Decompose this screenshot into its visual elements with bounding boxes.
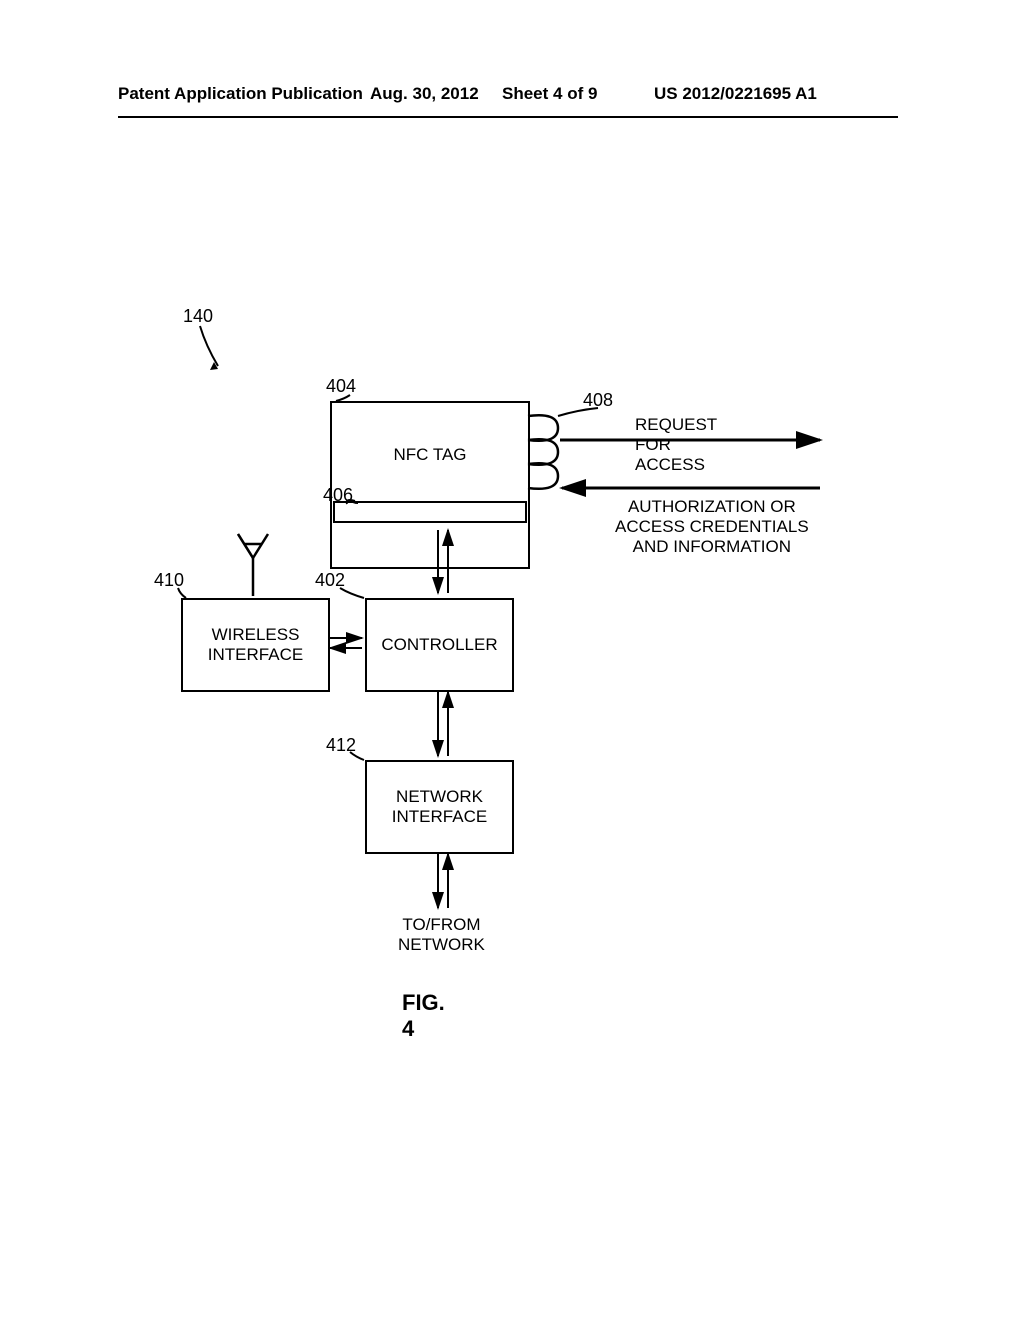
ref-140: 140 xyxy=(183,306,213,327)
network-interface-label: NETWORK INTERFACE xyxy=(392,787,487,828)
ref-404: 404 xyxy=(326,376,356,397)
figure-caption: FIG. 4 xyxy=(402,990,445,1042)
nfc-tag-box: NFC TAG xyxy=(330,401,530,569)
ref-412: 412 xyxy=(326,735,356,756)
ref-408: 408 xyxy=(583,390,613,411)
tofrom-label: TO/FROM NETWORK xyxy=(398,915,485,955)
header-rule xyxy=(118,116,898,118)
ref-410: 410 xyxy=(154,570,184,591)
header-date: Aug. 30, 2012 xyxy=(370,84,479,104)
header-sheet: Sheet 4 of 9 xyxy=(502,84,597,104)
nfc-tag-label: NFC TAG xyxy=(393,445,466,465)
header-pubno: US 2012/0221695 A1 xyxy=(654,84,817,104)
request-label: REQUEST FOR ACCESS xyxy=(635,415,717,475)
auth-label: AUTHORIZATION OR ACCESS CREDENTIALS AND … xyxy=(615,497,809,557)
nfc-sub-box xyxy=(333,501,527,523)
network-interface-box: NETWORK INTERFACE xyxy=(365,760,514,854)
ref-406: 406 xyxy=(323,485,353,506)
ref-402: 402 xyxy=(315,570,345,591)
controller-box: CONTROLLER xyxy=(365,598,514,692)
nfc-coil-icon xyxy=(528,415,558,489)
wireless-interface-label: WIRELESS INTERFACE xyxy=(208,625,303,666)
controller-label: CONTROLLER xyxy=(381,635,497,655)
wireless-interface-box: WIRELESS INTERFACE xyxy=(181,598,330,692)
header-left: Patent Application Publication xyxy=(118,84,363,104)
antenna-icon xyxy=(238,534,268,596)
